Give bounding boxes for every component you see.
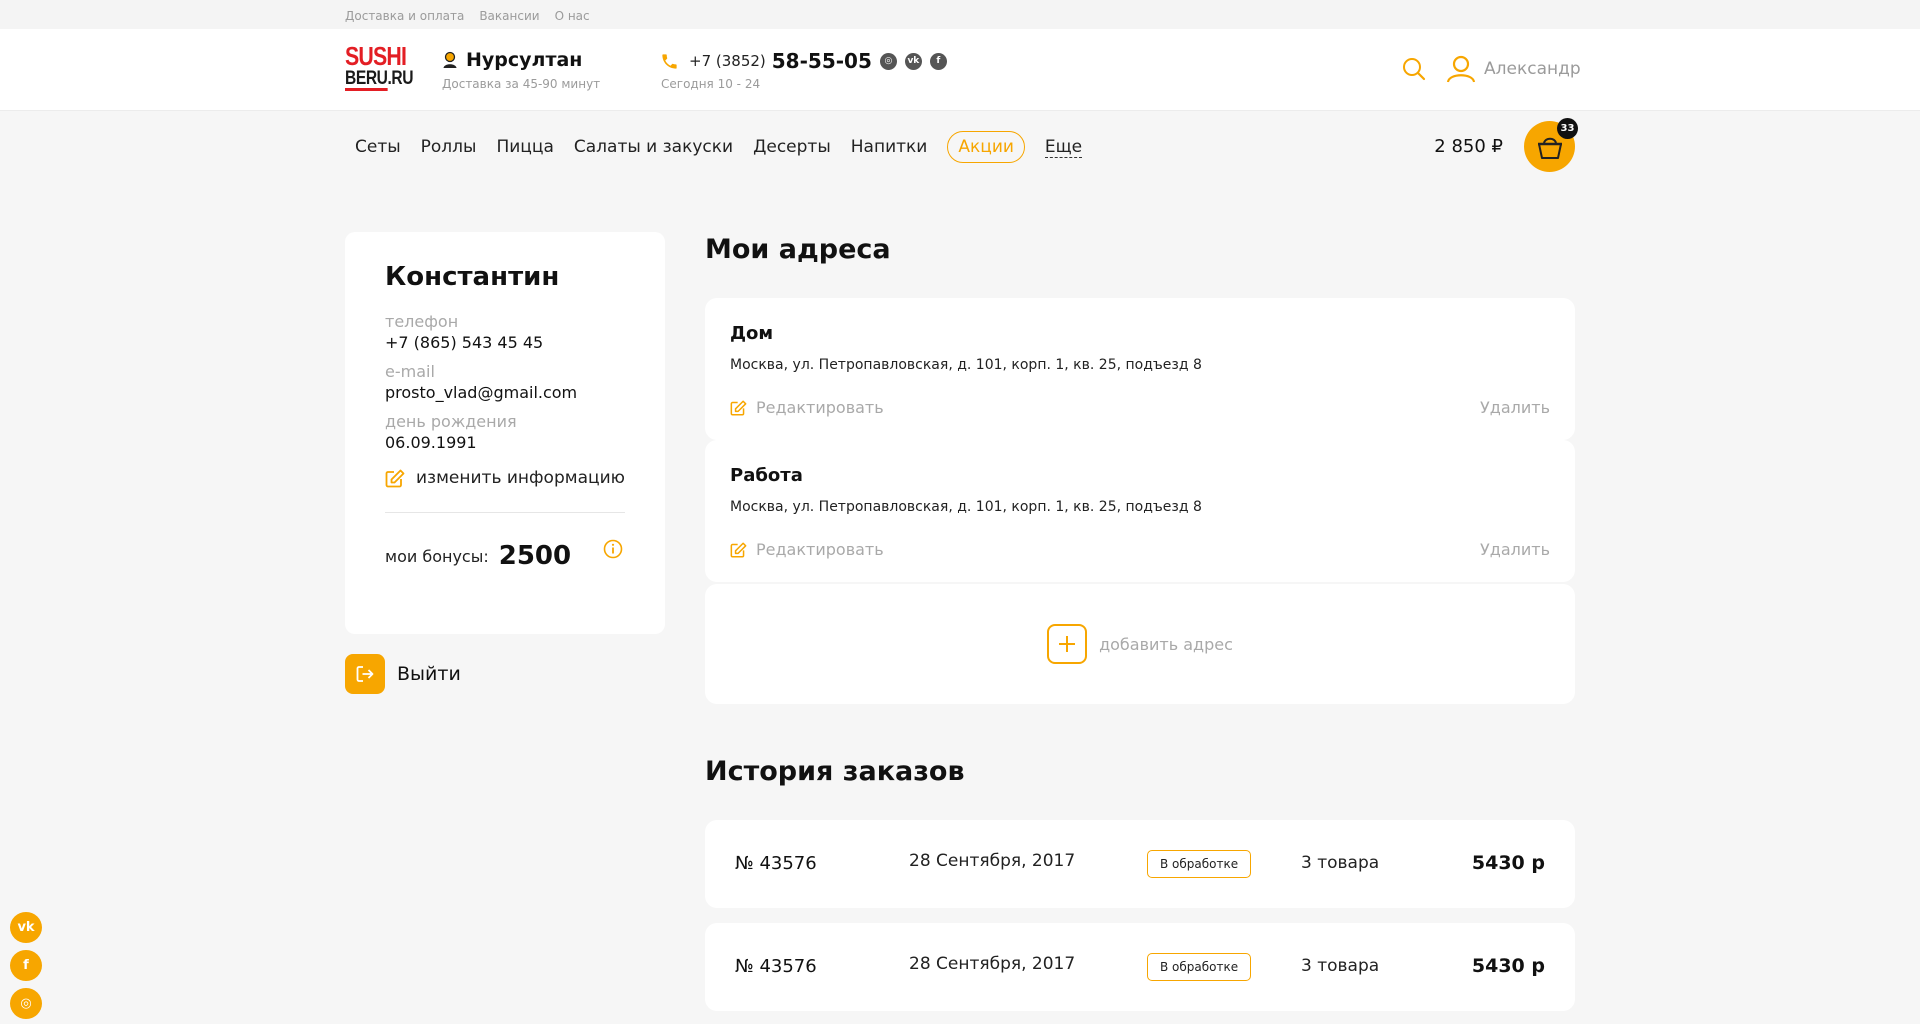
nav-item-desserts[interactable]: Десерты	[743, 131, 841, 163]
cart-total: 2 850 ₽	[1434, 136, 1503, 157]
cart-button[interactable]: 33	[1524, 118, 1578, 172]
phone-icon	[662, 53, 677, 69]
nav-more-label: Еще	[1044, 136, 1083, 158]
edit-icon	[385, 469, 405, 487]
city-selector[interactable]: Нурсултан Доставка за 45-90 минут	[442, 49, 600, 91]
nav-item-drinks[interactable]: Напитки	[841, 131, 938, 163]
link-delivery[interactable]: Доставка и оплата	[345, 9, 464, 23]
bonus-value: 2500	[498, 541, 572, 571]
status-badge: В обработке	[1147, 953, 1252, 981]
logo[interactable]: SUSHI BERU.RU	[345, 41, 414, 96]
order-date: 28 Сентября, 2017	[909, 851, 1076, 871]
profile-name: Константин	[385, 262, 560, 292]
email-label: e-mail	[385, 362, 435, 381]
city-name-row[interactable]: Нурсултан	[442, 49, 582, 71]
phone-block: +7 (3852) 58-55-05 ◎ vk f Сегодня 10 - 2…	[660, 49, 947, 91]
search-icon[interactable]	[1402, 57, 1426, 81]
phone-label: телефон	[385, 312, 459, 331]
divider	[385, 512, 625, 513]
logo-line1: SUSHI	[345, 41, 407, 71]
address-card: Дом Москва, ул. Петропавловская, д. 101,…	[705, 298, 1575, 440]
profile-card: Константин телефон +7 (865) 543 45 45 e-…	[345, 232, 665, 634]
delete-address-button[interactable]: Удалить	[1480, 398, 1550, 417]
social-links: vk f ◎	[10, 912, 42, 1019]
user-account[interactable]: Александр	[1446, 55, 1581, 83]
instagram-icon[interactable]: ◎	[10, 988, 42, 1019]
edit-address-button[interactable]: Редактировать	[730, 398, 884, 417]
basket-icon	[1537, 137, 1562, 159]
work-hours: Сегодня 10 - 24	[661, 77, 761, 91]
top-links: Доставка и оплата Вакансии О нас	[345, 9, 590, 23]
header: SUSHI BERU.RU Нурсултан Доставка за 45-9…	[0, 29, 1920, 111]
foursquare-icon[interactable]: f	[929, 52, 947, 70]
order-price: 5430 р	[1471, 852, 1545, 874]
edit-address-label: Редактировать	[756, 540, 884, 559]
bonus-label: мои бонусы:	[385, 546, 489, 566]
main-nav: Сеты Роллы Пицца Салаты и закуски Десерт…	[345, 111, 1578, 181]
logo-line2: BERU.RU	[345, 68, 414, 91]
vk-icon[interactable]: vk	[904, 52, 922, 70]
phone-number[interactable]: 58-55-05	[772, 49, 872, 73]
status-badge: В обработке	[1147, 850, 1252, 878]
profile-birthday: 06.09.1991	[385, 433, 477, 452]
order-number: № 43576	[735, 853, 817, 874]
delivery-time: Доставка за 45-90 минут	[442, 77, 601, 91]
facebook-icon[interactable]: f	[10, 950, 42, 981]
nav-item-salads[interactable]: Салаты и закуски	[564, 131, 743, 163]
order-row[interactable]: № 43576 28 Сентября, 2017 В обработке 3 …	[705, 820, 1575, 908]
top-bar: Доставка и оплата Вакансии О нас	[0, 0, 1920, 29]
logout-button[interactable]: Выйти	[345, 654, 461, 694]
logout-icon	[345, 654, 385, 694]
pin-person-icon	[443, 51, 457, 68]
orders-title: История заказов	[705, 756, 965, 787]
nav-item-sets[interactable]: Сеты	[345, 131, 411, 163]
address-name: Дом	[730, 323, 774, 344]
addresses-title: Мои адреса	[705, 234, 891, 265]
order-number: № 43576	[735, 956, 817, 977]
address-text: Москва, ул. Петропавловская, д. 101, кор…	[730, 499, 1202, 515]
order-quantity: 3 товара	[1301, 853, 1380, 873]
order-row[interactable]: № 43576 28 Сентября, 2017 В обработке 3 …	[705, 923, 1575, 1011]
add-address-button[interactable]: добавить адрес	[705, 584, 1575, 704]
edit-icon	[730, 542, 747, 557]
edit-info-label: изменить информацию	[416, 468, 625, 488]
address-card: Работа Москва, ул. Петропавловская, д. 1…	[705, 440, 1575, 582]
profile-email: prosto_vlad@gmail.com	[385, 383, 578, 402]
user-icon	[1446, 55, 1476, 83]
delete-address-button[interactable]: Удалить	[1480, 540, 1550, 559]
city-name: Нурсултан	[466, 49, 583, 71]
order-price: 5430 р	[1471, 955, 1545, 977]
edit-address-label: Редактировать	[756, 398, 884, 417]
order-quantity: 3 товара	[1301, 956, 1380, 976]
link-vacancies[interactable]: Вакансии	[479, 9, 539, 23]
birthday-label: день рождения	[385, 412, 517, 431]
vk-icon[interactable]: vk	[10, 912, 42, 943]
link-about[interactable]: О нас	[555, 9, 590, 23]
cart-count-badge: 33	[1557, 118, 1578, 139]
nav-item-pizza[interactable]: Пицца	[486, 131, 563, 163]
phone-code: +7 (3852)	[689, 52, 766, 70]
edit-info-button[interactable]: изменить информацию	[385, 468, 625, 488]
nav-item-rolls[interactable]: Роллы	[411, 131, 487, 163]
user-name: Александр	[1484, 59, 1581, 79]
address-name: Работа	[730, 465, 803, 486]
info-icon[interactable]	[603, 539, 623, 559]
logout-label: Выйти	[397, 663, 461, 685]
plus-icon	[1047, 624, 1088, 664]
bonus-row: мои бонусы: 2500	[385, 539, 625, 571]
address-text: Москва, ул. Петропавловская, д. 101, кор…	[730, 357, 1202, 373]
edit-icon	[730, 400, 747, 415]
profile-phone: +7 (865) 543 45 45	[385, 333, 544, 352]
add-address-label: добавить адрес	[1099, 634, 1233, 654]
nav-item-more[interactable]: Еще	[1035, 131, 1092, 163]
order-date: 28 Сентября, 2017	[909, 954, 1076, 974]
nav-item-promo[interactable]: Акции	[947, 131, 1025, 163]
instagram-icon[interactable]: ◎	[879, 52, 897, 70]
edit-address-button[interactable]: Редактировать	[730, 540, 884, 559]
